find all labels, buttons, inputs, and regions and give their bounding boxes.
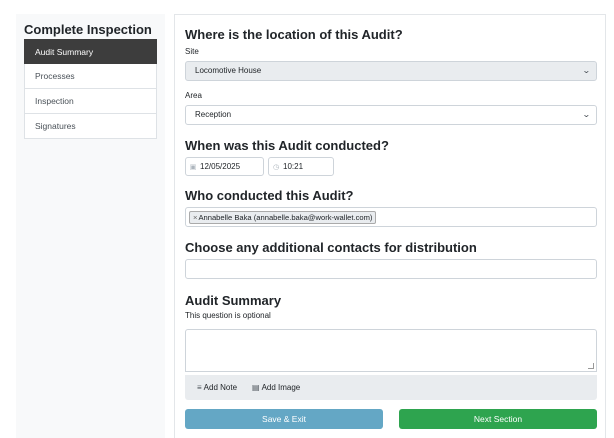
save-exit-button[interactable]: Save & Exit <box>185 409 383 429</box>
calendar-icon: ▣ <box>189 164 197 171</box>
add-note-button[interactable]: ≡ Add Note <box>197 375 237 400</box>
conductor-multiselect[interactable]: ×Annabelle Baka (annabelle.baka@work-wal… <box>185 207 597 227</box>
sidebar-title: Complete Inspection <box>24 22 152 37</box>
main-panel: Where is the location of this Audit? Sit… <box>174 14 606 438</box>
next-section-button[interactable]: Next Section <box>399 409 597 429</box>
chevron-down-icon: ⌄ <box>582 110 592 119</box>
time-input[interactable]: ◷ 10:21 <box>268 157 334 176</box>
site-select-value: Locomotive House <box>195 66 262 75</box>
conductor-tag: ×Annabelle Baka (annabelle.baka@work-wal… <box>189 211 377 224</box>
contacts-heading: Choose any additional contacts for distr… <box>185 240 477 255</box>
resize-handle-icon[interactable] <box>588 363 594 369</box>
contacts-input[interactable] <box>185 259 597 279</box>
summary-heading: Audit Summary <box>185 293 282 308</box>
add-note-label: Add Note <box>203 383 238 392</box>
site-label: Site <box>185 47 199 56</box>
conducted-heading: When was this Audit conducted? <box>185 138 389 153</box>
sidebar-item-audit-summary[interactable]: Audit Summary <box>24 39 157 64</box>
summary-hint: This question is optional <box>185 311 271 320</box>
add-image-button[interactable]: ▤ Add Image <box>252 375 300 400</box>
image-icon: ▤ <box>252 383 260 392</box>
conductor-heading: Who conducted this Audit? <box>185 188 354 203</box>
attachment-bar: ≡ Add Note ▤ Add Image <box>185 375 597 400</box>
clock-icon: ◷ <box>272 164 280 171</box>
sidebar-item-signatures[interactable]: Signatures <box>24 114 157 139</box>
area-select[interactable]: Reception ⌄ <box>185 105 597 125</box>
note-icon: ≡ <box>197 383 202 392</box>
location-heading: Where is the location of this Audit? <box>185 27 403 42</box>
remove-tag-icon[interactable]: × <box>193 213 197 222</box>
date-input[interactable]: ▣ 12/05/2025 <box>185 157 264 176</box>
add-image-label: Add Image <box>261 383 301 392</box>
date-value: 12/05/2025 <box>200 162 241 171</box>
area-select-value: Reception <box>195 110 232 119</box>
sidebar-item-inspection[interactable]: Inspection <box>24 89 157 114</box>
site-select[interactable]: Locomotive House ⌄ <box>185 61 597 81</box>
area-label: Area <box>185 91 202 100</box>
chevron-down-icon: ⌄ <box>582 66 592 75</box>
time-value: 10:21 <box>283 162 304 171</box>
sidebar-nav: Audit Summary Processes Inspection Signa… <box>24 39 157 139</box>
sidebar: Complete Inspection Audit Summary Proces… <box>16 14 165 438</box>
conductor-tag-label: Annabelle Baka (annabelle.baka@work-wall… <box>198 213 373 222</box>
summary-textarea[interactable] <box>185 329 597 372</box>
sidebar-item-processes[interactable]: Processes <box>24 64 157 89</box>
